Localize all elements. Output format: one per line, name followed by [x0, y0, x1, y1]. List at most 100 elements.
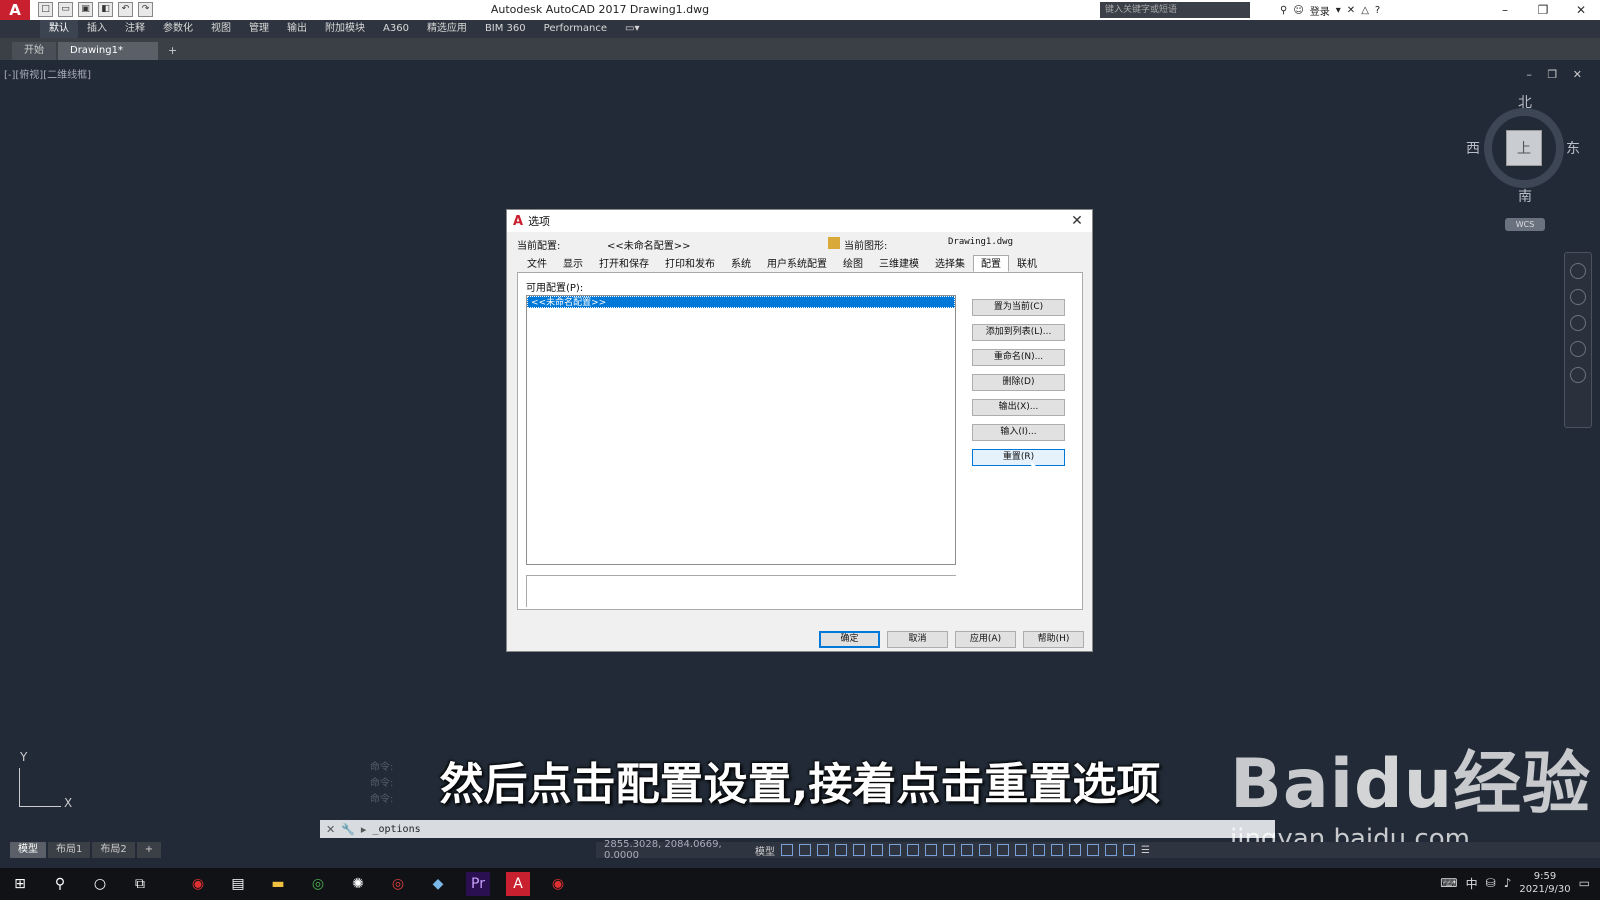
browser-icon[interactable]: ✺	[346, 872, 370, 896]
premiere-icon[interactable]: Pr	[466, 872, 490, 896]
tab-plot-publish[interactable]: 打印和发布	[657, 255, 723, 272]
viewport-controls-label[interactable]: [-][俯视][二维线框]	[4, 66, 91, 81]
chrome-icon-2[interactable]: ◎	[386, 872, 410, 896]
autocad-taskbar-icon[interactable]: A	[506, 872, 530, 896]
volume-icon[interactable]: ♪	[1504, 876, 1512, 890]
network-icon[interactable]: ⛁	[1486, 876, 1496, 890]
zoom-extents-icon[interactable]	[1570, 315, 1586, 331]
close-window-button[interactable]: ✕	[1562, 0, 1600, 20]
binoculars-icon[interactable]: ⚲	[1280, 5, 1287, 16]
dynamic-ucs-icon[interactable]	[997, 844, 1009, 856]
profiles-list[interactable]: <<未命名配置>>	[526, 295, 956, 565]
ribbon-tab-output[interactable]: 输出	[278, 20, 316, 38]
steering-wheel-icon[interactable]	[1570, 263, 1586, 279]
login-area[interactable]: ⚲ ☺ 登录 ▾ ✕ △ ?	[1280, 3, 1380, 18]
viewcube-top-face[interactable]: 上	[1506, 130, 1542, 166]
selection-filter-icon[interactable]	[1015, 844, 1027, 856]
model-space-toggle[interactable]: 模型	[755, 843, 775, 858]
doc-tab-start[interactable]: 开始	[12, 42, 56, 60]
autodesk-360-icon[interactable]: △	[1361, 5, 1369, 16]
list-item[interactable]: <<未命名配置>>	[527, 296, 955, 308]
object-snap-tracking-icon[interactable]	[889, 844, 901, 856]
isolate-objects-icon[interactable]	[1087, 844, 1099, 856]
snap-icon[interactable]	[799, 844, 811, 856]
close-icon[interactable]: ✕	[326, 823, 335, 836]
tab-files[interactable]: 文件	[519, 255, 555, 272]
customize-wrench-icon[interactable]: 🔧	[341, 823, 355, 836]
hardware-acceleration-icon[interactable]	[1105, 844, 1117, 856]
windows-start-icon[interactable]: ⊞	[8, 872, 32, 896]
rename-button[interactable]: 重命名(N)...	[972, 349, 1065, 366]
add-to-list-button[interactable]: 添加到列表(L)...	[972, 324, 1065, 341]
transparency-icon[interactable]	[943, 844, 955, 856]
ribbon-tab-performance[interactable]: Performance	[535, 20, 616, 38]
pan-icon[interactable]	[1570, 289, 1586, 305]
export-button[interactable]: 输出(X)...	[972, 399, 1065, 416]
task-view-icon[interactable]: ⧉	[128, 872, 152, 896]
ribbon-toggle-icon[interactable]: ▭▾	[616, 20, 648, 38]
compass-east[interactable]: 东	[1566, 138, 1580, 158]
annotation-visibility-icon[interactable]	[1051, 844, 1063, 856]
compass-north[interactable]: 北	[1518, 92, 1532, 112]
layout-tab-model[interactable]: 模型	[10, 842, 46, 858]
notification-icon[interactable]: ▭	[1579, 876, 1590, 890]
viewcube[interactable]: 上 北 南 东 西	[1466, 95, 1580, 205]
ribbon-tab-view[interactable]: 视图	[202, 20, 240, 38]
infer-constraints-icon[interactable]	[817, 844, 829, 856]
ribbon-tab-manage[interactable]: 管理	[240, 20, 278, 38]
ribbon-tab-bim360[interactable]: BIM 360	[476, 20, 535, 38]
clean-screen-icon[interactable]	[1123, 844, 1135, 856]
object-snap-icon[interactable]	[907, 844, 919, 856]
new-tab-button[interactable]: +	[160, 42, 185, 60]
tab-user-preferences[interactable]: 用户系统配置	[759, 255, 835, 272]
delete-button[interactable]: 删除(D)	[972, 374, 1065, 391]
ribbon-tab-parametric[interactable]: 参数化	[154, 20, 202, 38]
ribbon-tab-home[interactable]: 默认	[40, 20, 78, 38]
tab-display[interactable]: 显示	[555, 255, 591, 272]
system-clock[interactable]: 9:59 2021/9/30	[1519, 870, 1570, 896]
app-icon-2[interactable]: ◆	[426, 872, 450, 896]
command-input[interactable]: _options	[372, 824, 420, 835]
ribbon-tab-addins[interactable]: 附加模块	[316, 20, 374, 38]
polar-tracking-icon[interactable]	[853, 844, 865, 856]
file-explorer-icon[interactable]: ▬	[266, 872, 290, 896]
tab-drafting[interactable]: 绘图	[835, 255, 871, 272]
tab-profiles[interactable]: 配置	[973, 255, 1009, 272]
search-icon[interactable]: ⚲	[48, 872, 72, 896]
ortho-icon[interactable]	[835, 844, 847, 856]
dialog-titlebar[interactable]: A 选项 ✕	[507, 210, 1092, 232]
record-app-icon[interactable]: ◉	[186, 872, 210, 896]
ribbon-tab-a360[interactable]: A360	[374, 20, 418, 38]
chrome-icon[interactable]: ◎	[306, 872, 330, 896]
3d-osnap-icon[interactable]	[979, 844, 991, 856]
workspace-icon[interactable]	[1069, 844, 1081, 856]
wcs-menu-button[interactable]: WCS	[1505, 218, 1545, 231]
apply-button[interactable]: 应用(A)	[955, 631, 1016, 648]
help-button[interactable]: 帮助(H)	[1023, 631, 1084, 648]
showmotion-icon[interactable]	[1570, 367, 1586, 383]
search-input[interactable]: 键入关键字或短语	[1100, 2, 1250, 18]
command-line[interactable]: ✕ 🔧 ▸ _options	[320, 820, 1275, 838]
tab-3d-modeling[interactable]: 三维建模	[871, 255, 927, 272]
ribbon-tab-featured-apps[interactable]: 精选应用	[418, 20, 476, 38]
layout-tab-layout1[interactable]: 布局1	[48, 842, 91, 858]
compass-west[interactable]: 西	[1466, 138, 1480, 158]
gizmo-icon[interactable]	[1033, 844, 1045, 856]
ribbon-tab-insert[interactable]: 插入	[78, 20, 116, 38]
keyboard-icon[interactable]: ⌨	[1440, 876, 1457, 890]
exchange-apps-icon[interactable]: ✕	[1347, 5, 1355, 16]
ime-indicator[interactable]: 中	[1466, 875, 1478, 892]
restore-button[interactable]: ❐	[1524, 0, 1562, 20]
coordinates-readout[interactable]: 2855.3028, 2084.0669, 0.0000	[604, 839, 749, 861]
cancel-button[interactable]: 取消	[887, 631, 948, 648]
help-icon[interactable]: ?	[1375, 5, 1380, 16]
cortana-icon[interactable]: ○	[88, 872, 112, 896]
selection-cycling-icon[interactable]	[961, 844, 973, 856]
customization-menu-icon[interactable]: ☰	[1141, 845, 1150, 856]
compass-south[interactable]: 南	[1518, 186, 1532, 206]
record-app-icon-2[interactable]: ◉	[546, 872, 570, 896]
doc-tab-drawing1[interactable]: Drawing1* ×	[58, 42, 158, 74]
command-prompt-icon[interactable]: ▸	[361, 823, 367, 836]
chevron-down-icon[interactable]: ▾	[1336, 5, 1341, 16]
tab-online[interactable]: 联机	[1009, 255, 1045, 272]
